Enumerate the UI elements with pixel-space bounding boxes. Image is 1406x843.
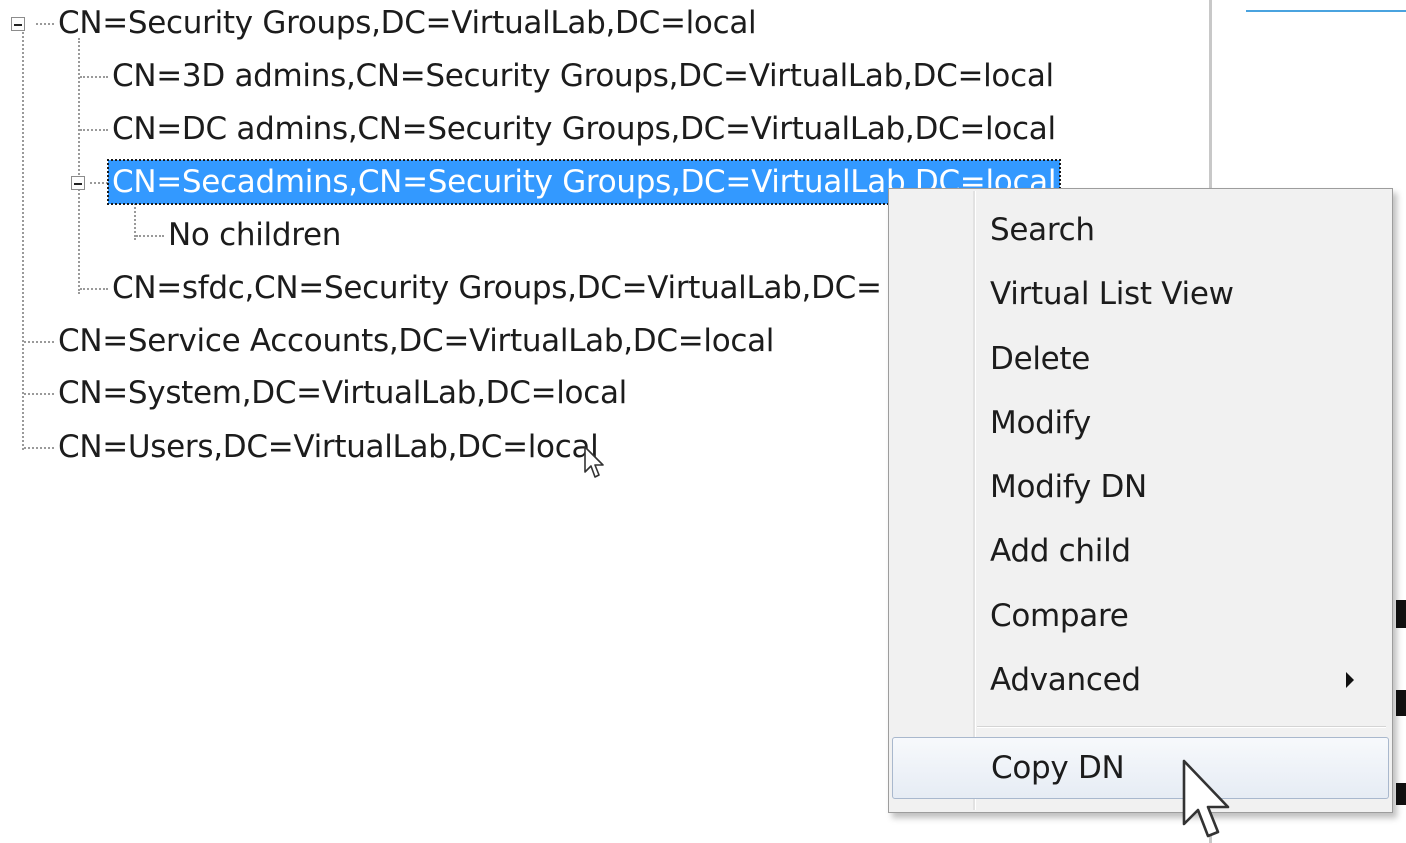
menu-item-modify-dn[interactable]: Modify DN <box>892 458 1389 516</box>
menu-item-label: Add child <box>990 533 1131 569</box>
mouse-pointer-icon <box>1182 759 1230 838</box>
collapse-icon[interactable] <box>71 176 85 190</box>
tree-node-3d-admins[interactable]: CN=3D admins,CN=Security Groups,DC=Virtu… <box>108 54 1058 98</box>
tree-node-security-groups[interactable]: CN=Security Groups,DC=VirtualLab,DC=loca… <box>54 1 760 45</box>
menu-item-label: Delete <box>990 341 1091 377</box>
mouse-pointer-icon <box>584 446 604 478</box>
submenu-arrow-icon <box>1346 672 1354 688</box>
menu-item-delete[interactable]: Delete <box>892 330 1389 388</box>
menu-item-advanced[interactable]: Advanced <box>892 651 1389 709</box>
tree-connector <box>24 393 54 395</box>
details-pane-edge <box>1396 600 1406 628</box>
tree-connector <box>24 447 54 449</box>
menu-item-virtual-list-view[interactable]: Virtual List View <box>892 265 1389 323</box>
menu-item-label: Search <box>990 212 1095 248</box>
tree-node-system[interactable]: CN=System,DC=VirtualLab,DC=local <box>54 371 631 415</box>
menu-item-label: Modify <box>990 405 1091 441</box>
tree-node-sfdc[interactable]: CN=sfdc,CN=Security Groups,DC=VirtualLab… <box>108 266 886 310</box>
menu-separator <box>977 726 1386 728</box>
details-pane-edge <box>1396 690 1406 716</box>
details-pane-edge <box>1396 783 1406 805</box>
menu-item-label: Virtual List View <box>990 276 1234 312</box>
tree-connector <box>24 341 54 343</box>
tree-node-dc-admins[interactable]: CN=DC admins,CN=Security Groups,DC=Virtu… <box>108 107 1060 151</box>
tree-node-no-children: No children <box>168 217 342 253</box>
menu-item-compare[interactable]: Compare <box>892 587 1389 645</box>
tree-connector <box>80 288 108 290</box>
tree-connector <box>80 76 108 78</box>
tree-connector <box>22 32 24 450</box>
menu-item-label: Modify DN <box>990 469 1147 505</box>
tree-node-service-accounts[interactable]: CN=Service Accounts,DC=VirtualLab,DC=loc… <box>54 319 778 363</box>
menu-item-label: Compare <box>990 598 1129 634</box>
tree-connector <box>80 129 108 131</box>
tree-connector <box>136 235 164 237</box>
menu-item-add-child[interactable]: Add child <box>892 522 1389 580</box>
tree-connector <box>90 182 108 184</box>
context-menu: Search Virtual List View Delete Modify M… <box>888 188 1393 813</box>
menu-item-label: Advanced <box>990 662 1141 698</box>
details-pane-border <box>1246 10 1406 12</box>
menu-item-search[interactable]: Search <box>892 201 1389 259</box>
collapse-icon[interactable] <box>11 17 25 31</box>
menu-item-label: Copy DN <box>991 750 1125 786</box>
menu-item-copy-dn[interactable]: Copy DN <box>892 737 1389 799</box>
tree-connector <box>36 23 54 25</box>
menu-item-modify[interactable]: Modify <box>892 394 1389 452</box>
tree-node-users[interactable]: CN=Users,DC=VirtualLab,DC=local <box>54 425 602 469</box>
